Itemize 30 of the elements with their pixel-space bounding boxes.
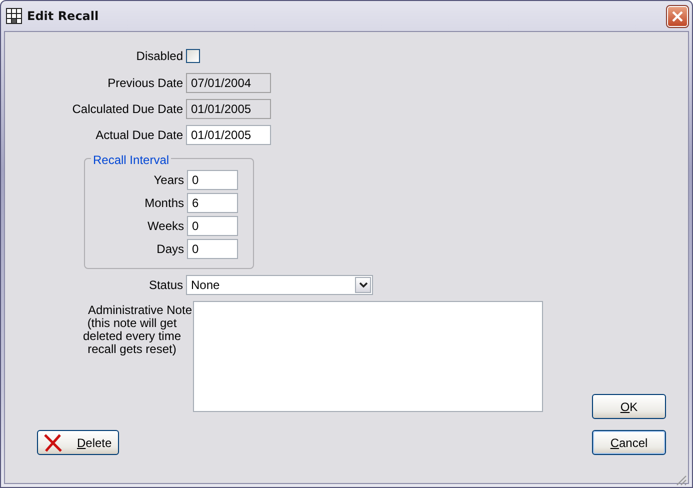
grid-icon bbox=[6, 8, 22, 24]
number-field[interactable]: 0 bbox=[187, 216, 238, 236]
number-field[interactable]: 0 bbox=[187, 170, 238, 190]
note-field[interactable] bbox=[193, 301, 543, 412]
close-icon bbox=[671, 10, 684, 22]
close-button[interactable] bbox=[667, 6, 688, 26]
number-field[interactable]: 6 bbox=[187, 193, 238, 213]
cancel-button[interactable]: Cancel bbox=[592, 430, 666, 455]
window-title: Edit Recall bbox=[27, 8, 99, 25]
field-label: Months bbox=[144, 195, 185, 212]
caret-icon bbox=[355, 277, 371, 293]
field-label: Previous Date bbox=[106, 75, 184, 92]
field-label: Disabled bbox=[135, 48, 184, 65]
field-label: Status bbox=[148, 277, 184, 294]
checkbox[interactable] bbox=[186, 49, 200, 63]
date-field[interactable]: 01/01/2005 bbox=[186, 125, 271, 145]
field-label: Days bbox=[156, 241, 185, 258]
delete-button[interactable]: Delete bbox=[37, 430, 119, 455]
field-label: Weeks bbox=[146, 218, 185, 235]
field-hint: (this note will get deleted every time recall gets reset) bbox=[82, 317, 182, 356]
cross-icon bbox=[43, 432, 63, 452]
field-label: Administrative Note bbox=[86, 304, 192, 317]
date-field[interactable]: 07/01/2004 bbox=[186, 73, 271, 93]
status-dropdown[interactable]: None bbox=[186, 275, 373, 295]
field-label: Years bbox=[152, 172, 185, 189]
field-label: Calculated Due Date bbox=[71, 101, 184, 118]
date-field[interactable]: 01/01/2005 bbox=[186, 99, 271, 119]
field-label: Actual Due Date bbox=[94, 127, 184, 144]
number-field[interactable]: 0 bbox=[187, 239, 238, 259]
ok-button[interactable]: OK bbox=[592, 394, 666, 419]
